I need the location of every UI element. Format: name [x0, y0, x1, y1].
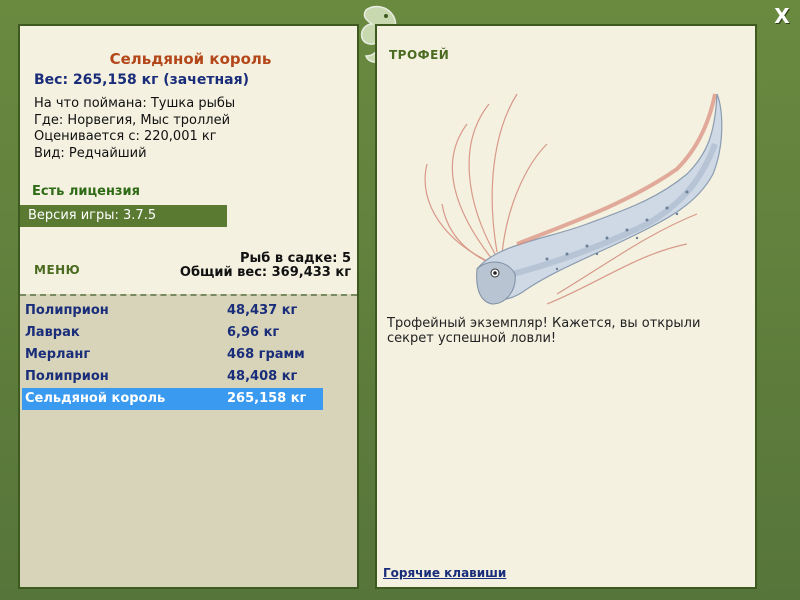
- license-status: Есть лицензия: [32, 184, 140, 199]
- game-version: Версия игры: 3.7.5: [20, 205, 227, 227]
- fish-location: Где: Норвегия, Мыс троллей: [34, 112, 231, 128]
- catch-name: Полиприон: [25, 369, 109, 384]
- left-panel: Сельдяной король Вес: 265,158 кг (зачетн…: [18, 24, 359, 589]
- cage-count: Рыб в садке: 5: [239, 251, 351, 266]
- window-frame: X Сельдяной король Вес: 265,158 кг (заче…: [0, 0, 800, 600]
- fish-details: На что поймана: Тушка рыбы Где: Норвегия…: [34, 96, 235, 162]
- catch-list-item[interactable]: Мерланг 468 грамм: [22, 344, 323, 366]
- catch-list-item[interactable]: Лаврак 6,96 кг: [22, 322, 323, 344]
- trophy-message: Трофейный экземпляр! Кажется, вы открыли…: [387, 316, 701, 346]
- catch-list: Полиприон 48,437 кг Лаврак 6,96 кг Мерла…: [20, 294, 357, 587]
- fish-weight: Вес: 265,158 кг (зачетная): [34, 72, 249, 88]
- fish-valued-from: Оценивается с: 220,001 кг: [34, 129, 217, 144]
- catch-weight: 468 грамм: [227, 347, 305, 362]
- cage-stats: Рыб в садке: 5 Общий вес: 369,433 кг: [180, 252, 351, 280]
- right-panel: ТРОФЕЙ Трофейный экземпляр! Кажется, вы …: [375, 24, 757, 589]
- oarfish-image: [424, 93, 723, 305]
- catch-weight: 6,96 кг: [227, 325, 280, 340]
- menu-button[interactable]: МЕНЮ: [34, 263, 80, 277]
- catch-weight: 48,408 кг: [227, 369, 298, 384]
- catch-weight: 265,158 кг: [227, 391, 307, 406]
- close-button[interactable]: X: [770, 4, 794, 28]
- catch-name: Полиприон: [25, 303, 109, 318]
- catch-name: Лаврак: [25, 325, 80, 340]
- catch-list-item[interactable]: Полиприон 48,408 кг: [22, 366, 323, 388]
- catch-name: Сельдяной король: [25, 391, 166, 406]
- cage-total-weight: Общий вес: 369,433 кг: [179, 265, 351, 280]
- fish-title: Сельдяной король: [109, 50, 272, 68]
- catch-list-item[interactable]: Полиприон 48,437 кг: [22, 300, 323, 322]
- fish-kind: Вид: Редчайший: [34, 145, 147, 161]
- catch-name: Мерланг: [25, 347, 91, 362]
- catch-list-item-selected[interactable]: Сельдяной король 265,158 кг: [22, 388, 323, 410]
- hotkeys-link[interactable]: Горячие клавиши: [383, 566, 506, 580]
- fish-bait: На что поймана: Тушка рыбы: [34, 96, 236, 111]
- catch-weight: 48,437 кг: [227, 303, 298, 318]
